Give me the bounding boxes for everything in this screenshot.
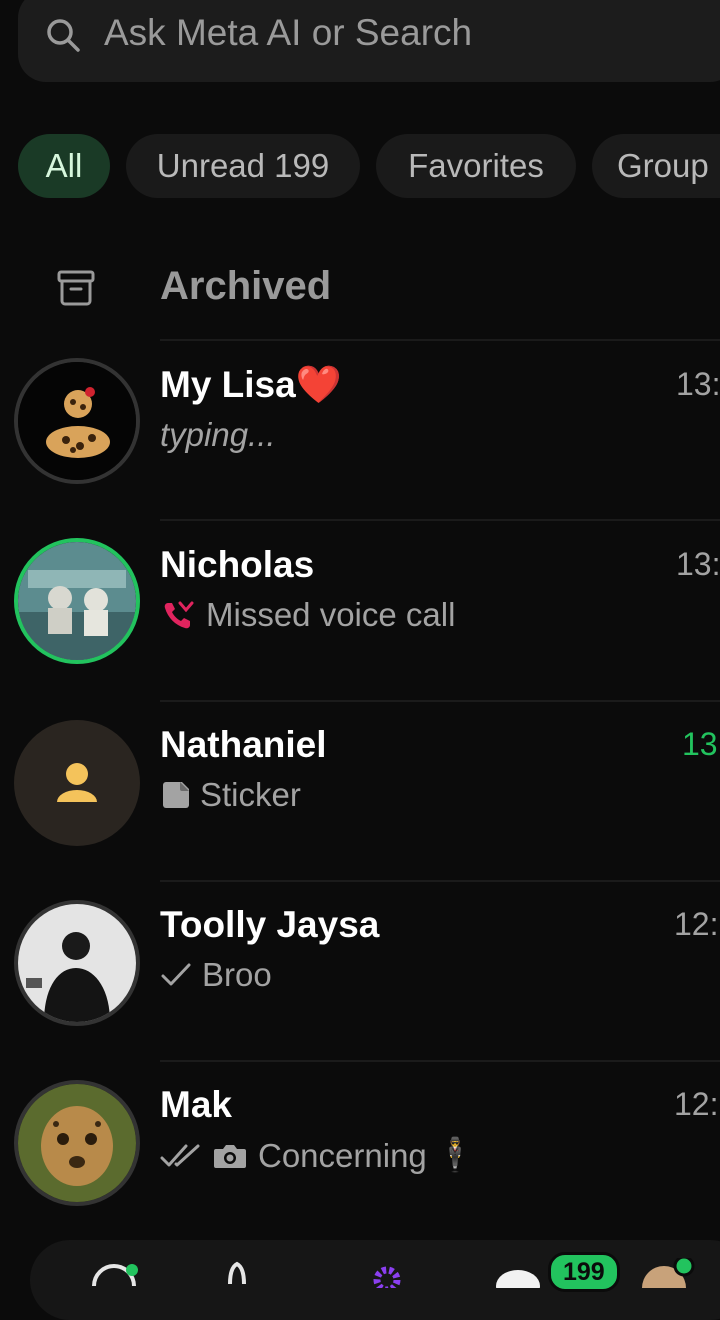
- chat-row-toolly-jaysa[interactable]: Toolly Jaysa Broo 12:: [0, 880, 720, 1060]
- filter-chip-all[interactable]: All: [18, 134, 110, 198]
- avatar-my-lisa: [14, 358, 140, 484]
- avatar-nathaniel: [14, 720, 140, 846]
- heart-emoji: ❤️: [295, 364, 342, 405]
- chat-preview: Sticker: [160, 776, 301, 814]
- chat-row-mak[interactable]: Mak Concerning 🕴 12:: [0, 1060, 720, 1240]
- chats-unread-badge: 199: [548, 1252, 620, 1292]
- updates-icon[interactable]: [88, 1258, 140, 1288]
- chats-icon[interactable]: [490, 1258, 546, 1288]
- chat-preview: Broo: [160, 956, 272, 994]
- avatar-toolly-jaysa: [14, 900, 140, 1026]
- missed-call-icon: [160, 597, 196, 633]
- camera-icon: [212, 1140, 248, 1172]
- chat-name: Mak: [160, 1084, 232, 1125]
- chat-row-nathaniel[interactable]: Nathaniel Sticker 13: [0, 700, 720, 880]
- chat-time: 13: [682, 726, 718, 762]
- chat-name: Nicholas: [160, 544, 315, 585]
- chat-time: 12:: [674, 906, 719, 942]
- search-input-placeholder[interactable]: Ask Meta AI or Search: [104, 12, 472, 54]
- profile-avatar-icon[interactable]: [634, 1258, 704, 1288]
- avatar-nicholas: [14, 538, 140, 664]
- meta-ai-icon[interactable]: [362, 1258, 412, 1288]
- avatar-mak: [14, 1080, 140, 1206]
- calls-icon[interactable]: [224, 1258, 250, 1288]
- chat-name: My Lisa❤️: [160, 364, 342, 405]
- sent-check-icon: [160, 959, 192, 991]
- archived-label[interactable]: Archived: [160, 264, 331, 309]
- chat-name: Nathaniel: [160, 724, 327, 765]
- emoji: 🕴: [434, 1136, 476, 1173]
- sticker-icon: [160, 779, 192, 811]
- chat-name: Toolly Jaysa: [160, 904, 380, 945]
- chat-row-nicholas[interactable]: Nicholas Missed voice call 13:: [0, 520, 720, 700]
- chat-preview: Missed voice call: [160, 596, 455, 634]
- chat-preview: Concerning 🕴: [160, 1136, 476, 1175]
- filter-chip-groups[interactable]: Group: [592, 134, 720, 198]
- chat-preview: typing...: [160, 416, 276, 453]
- chat-time: 13:: [676, 366, 720, 402]
- filter-chip-favorites[interactable]: Favorites: [376, 134, 576, 198]
- filter-chips: All Unread 199 Favorites Group: [0, 134, 720, 198]
- search-icon: [47, 19, 80, 52]
- filter-chip-unread[interactable]: Unread 199: [126, 134, 360, 198]
- chat-row-my-lisa[interactable]: My Lisa❤️ typing... 13:: [0, 340, 720, 520]
- chat-time: 12:: [674, 1086, 719, 1122]
- double-check-icon: [160, 1140, 202, 1172]
- chat-time: 13:: [676, 546, 720, 582]
- archive-icon[interactable]: [56, 268, 96, 308]
